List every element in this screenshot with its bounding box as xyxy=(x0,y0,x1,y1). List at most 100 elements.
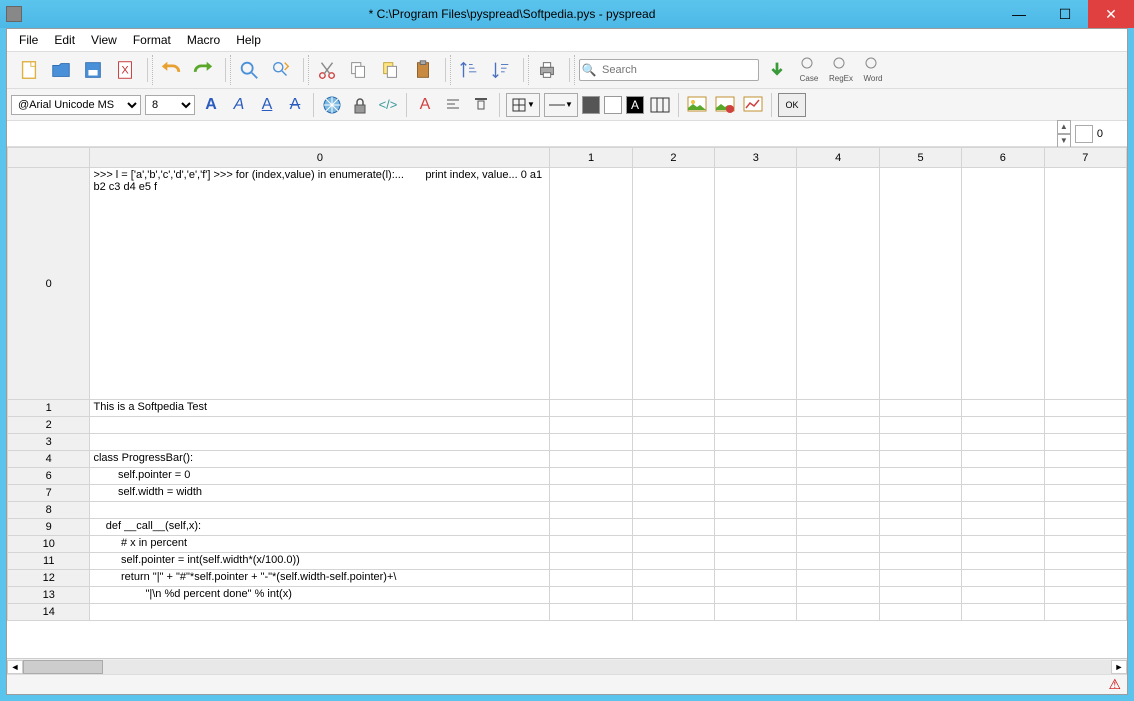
cell[interactable]: "|\n %d percent done" % int(x) xyxy=(90,587,550,604)
menu-file[interactable]: File xyxy=(11,31,46,49)
cell[interactable] xyxy=(879,451,961,468)
cell[interactable] xyxy=(1044,417,1126,434)
cell[interactable]: self.width = width xyxy=(90,485,550,502)
cell[interactable] xyxy=(90,417,550,434)
bold-button[interactable]: A xyxy=(199,93,223,117)
cell[interactable] xyxy=(879,485,961,502)
find-button[interactable] xyxy=(235,56,263,84)
cell[interactable] xyxy=(797,604,879,621)
cell[interactable]: >>> l = ['a','b','c','d','e','f'] >>> fo… xyxy=(90,168,550,400)
cell[interactable] xyxy=(1044,570,1126,587)
ok-button[interactable]: OK xyxy=(778,93,806,117)
search-case-button[interactable]: Case xyxy=(795,56,823,84)
cell[interactable] xyxy=(797,570,879,587)
cell[interactable] xyxy=(797,434,879,451)
cell[interactable] xyxy=(879,434,961,451)
cell[interactable] xyxy=(879,570,961,587)
menu-view[interactable]: View xyxy=(83,31,125,49)
line-style-button[interactable]: ▼ xyxy=(544,93,578,117)
row-header[interactable]: 3 xyxy=(8,434,90,451)
row-header[interactable]: 0 xyxy=(8,168,90,400)
cell[interactable]: class ProgressBar(): xyxy=(90,451,550,468)
cell[interactable] xyxy=(632,485,714,502)
cell[interactable] xyxy=(90,502,550,519)
cell[interactable] xyxy=(715,485,797,502)
text-bg-swatch[interactable]: A xyxy=(626,96,644,114)
scroll-right-icon[interactable]: ► xyxy=(1111,660,1127,674)
row-header[interactable]: 2 xyxy=(8,417,90,434)
horizontal-scrollbar[interactable]: ◄ ► xyxy=(7,658,1127,674)
freeze-button[interactable] xyxy=(320,93,344,117)
tab-index-box[interactable] xyxy=(1075,125,1093,143)
cell[interactable] xyxy=(550,485,632,502)
cell[interactable] xyxy=(962,587,1044,604)
sort-asc-button[interactable] xyxy=(455,56,483,84)
row-header[interactable]: 13 xyxy=(8,587,90,604)
text-color-button[interactable]: A xyxy=(413,93,437,117)
column-header[interactable]: 6 xyxy=(962,148,1044,168)
row-header[interactable]: 4 xyxy=(8,451,90,468)
column-header[interactable]: 3 xyxy=(715,148,797,168)
cell[interactable] xyxy=(1044,604,1126,621)
cell[interactable] xyxy=(632,553,714,570)
copy-button[interactable] xyxy=(345,56,373,84)
menu-macro[interactable]: Macro xyxy=(179,31,228,49)
find-replace-button[interactable] xyxy=(267,56,295,84)
cell[interactable] xyxy=(962,434,1044,451)
cell[interactable]: self.pointer = int(self.width*(x/100.0)) xyxy=(90,553,550,570)
cell[interactable] xyxy=(550,519,632,536)
markup-button[interactable]: </> xyxy=(376,93,400,117)
cell[interactable] xyxy=(550,417,632,434)
cell[interactable] xyxy=(632,587,714,604)
cell[interactable] xyxy=(550,587,632,604)
menu-format[interactable]: Format xyxy=(125,31,179,49)
cell[interactable] xyxy=(715,451,797,468)
cell[interactable] xyxy=(550,536,632,553)
align-top-button[interactable] xyxy=(469,93,493,117)
cell[interactable] xyxy=(797,168,879,400)
save-button[interactable] xyxy=(79,56,107,84)
cell[interactable] xyxy=(797,536,879,553)
font-size-select[interactable]: 8 xyxy=(145,95,195,115)
cell[interactable] xyxy=(550,434,632,451)
search-box[interactable]: 🔍 xyxy=(579,59,759,81)
underline-button[interactable]: A xyxy=(255,93,279,117)
cell[interactable] xyxy=(1044,451,1126,468)
cell[interactable] xyxy=(962,536,1044,553)
row-header[interactable]: 7 xyxy=(8,485,90,502)
cell[interactable] xyxy=(1044,434,1126,451)
align-left-button[interactable] xyxy=(441,93,465,117)
tab-spin-up[interactable]: ▲ xyxy=(1057,120,1071,134)
cell[interactable] xyxy=(550,451,632,468)
cell[interactable] xyxy=(632,400,714,417)
cell[interactable] xyxy=(715,502,797,519)
cell[interactable] xyxy=(715,536,797,553)
cell[interactable] xyxy=(797,587,879,604)
cell[interactable] xyxy=(715,417,797,434)
corner-cell[interactable] xyxy=(8,148,90,168)
cell[interactable]: # x in percent xyxy=(90,536,550,553)
cell[interactable] xyxy=(797,417,879,434)
new-file-button[interactable] xyxy=(15,56,43,84)
font-select[interactable]: @Arial Unicode MS xyxy=(11,95,141,115)
column-header[interactable]: 2 xyxy=(632,148,714,168)
search-go-button[interactable] xyxy=(763,56,791,84)
cell[interactable] xyxy=(715,553,797,570)
search-regex-button[interactable]: RegEx xyxy=(827,56,855,84)
cell[interactable] xyxy=(715,400,797,417)
cell[interactable] xyxy=(797,451,879,468)
bg-color-swatch[interactable] xyxy=(604,96,622,114)
cell[interactable] xyxy=(962,570,1044,587)
cell[interactable] xyxy=(797,553,879,570)
column-header[interactable]: 4 xyxy=(797,148,879,168)
cell[interactable] xyxy=(1044,519,1126,536)
cell[interactable] xyxy=(632,604,714,621)
cell[interactable] xyxy=(550,168,632,400)
cell[interactable] xyxy=(797,468,879,485)
cell[interactable] xyxy=(962,451,1044,468)
row-header[interactable]: 6 xyxy=(8,468,90,485)
row-header[interactable]: 12 xyxy=(8,570,90,587)
cell[interactable] xyxy=(550,400,632,417)
row-header[interactable]: 11 xyxy=(8,553,90,570)
borders-button[interactable]: ▼ xyxy=(506,93,540,117)
